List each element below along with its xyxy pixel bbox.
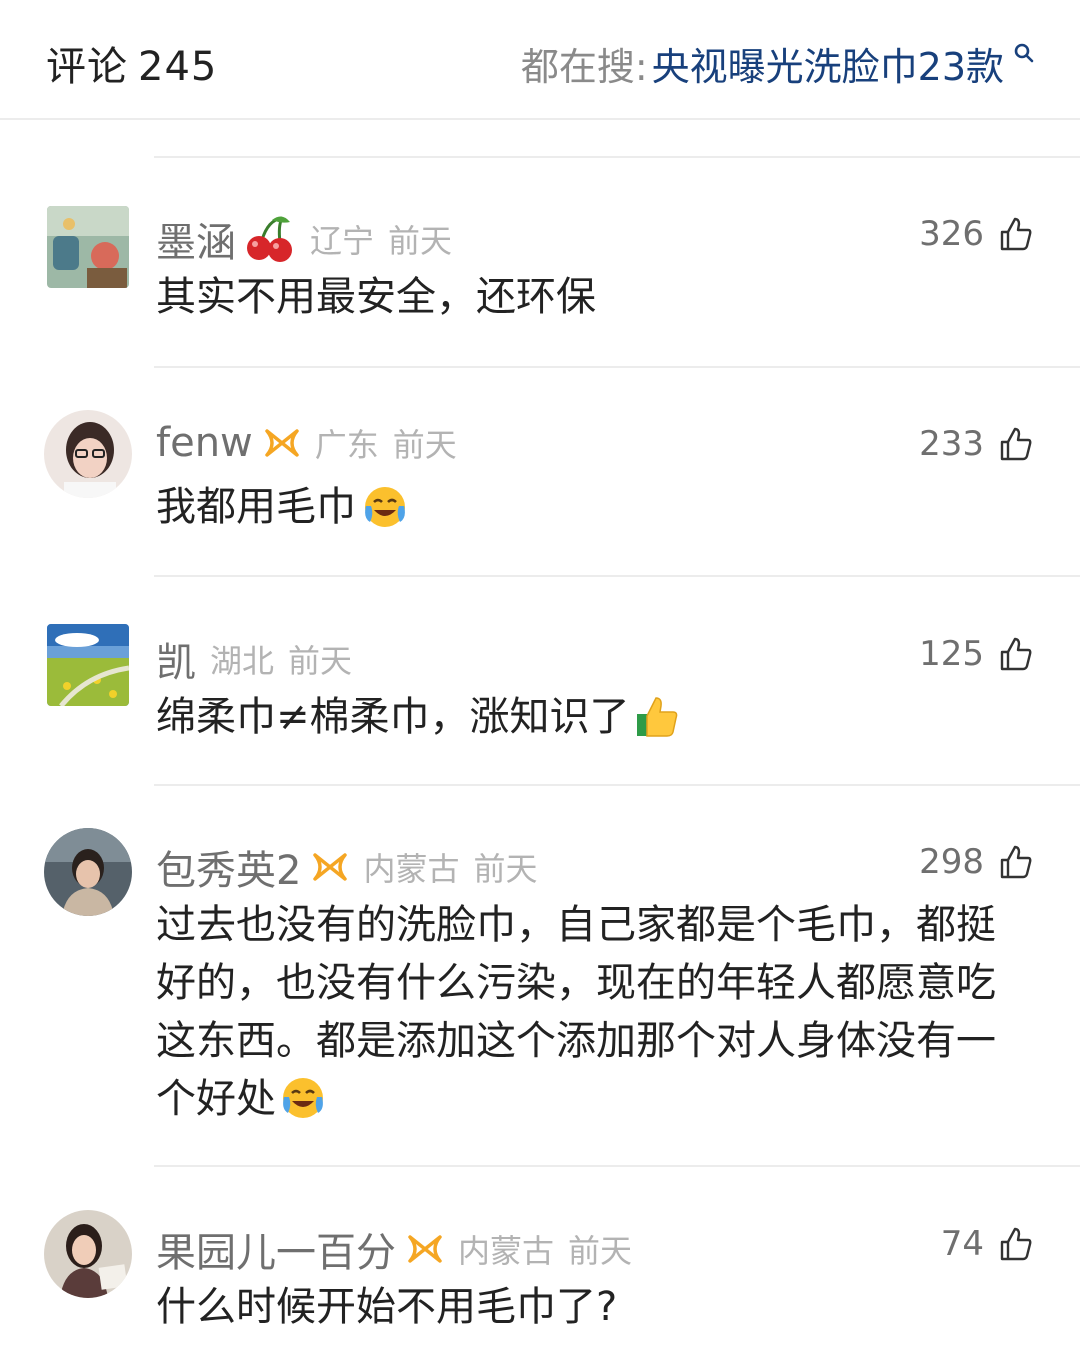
comment-meta: fenw 广东 前天 — [156, 420, 457, 466]
thumb-up-icon[interactable] — [998, 1226, 1034, 1262]
thumb-up-icon[interactable] — [998, 844, 1034, 880]
thumb-up-icon[interactable] — [998, 636, 1034, 672]
comment-body: 过去也没有的洗脸巾，自己家都是个毛巾，都挺好的，也没有什么污染，现在的年轻人都愿… — [156, 896, 1001, 1128]
comment-region: 内蒙古 — [363, 850, 460, 888]
like-button[interactable]: 326 — [919, 214, 1034, 254]
avatar[interactable] — [44, 1210, 132, 1298]
avatar[interactable] — [47, 206, 129, 288]
crying-laughing-emoji-icon — [283, 1078, 323, 1118]
thumb-up-icon[interactable] — [998, 216, 1034, 252]
comments-title-label: 评论 — [46, 44, 128, 90]
comment-text: 我都用毛巾 — [156, 484, 356, 530]
avatar[interactable] — [47, 624, 129, 706]
comments-title: 评论 245 — [46, 34, 217, 92]
avatar[interactable] — [44, 828, 132, 916]
comment-meta: 墨涵 辽宁 前天 — [156, 210, 452, 268]
comments-header: 评论 245 都在搜: 央视曝光洗脸巾23款 — [0, 0, 1080, 120]
avatar[interactable] — [44, 410, 132, 498]
search-icon[interactable] — [1012, 41, 1036, 65]
like-count: 233 — [919, 424, 984, 464]
comment-body: 我都用毛巾 — [156, 478, 1006, 536]
comment-meta: 凯 湖北 前天 — [156, 630, 352, 688]
comment-time: 前天 — [288, 642, 353, 680]
vip-ribbon-icon — [313, 853, 348, 881]
like-count: 74 — [940, 1224, 984, 1264]
comment-meta: 果园儿一百分 内蒙古 前天 — [156, 1220, 632, 1278]
thumbs-up-emoji-icon — [636, 697, 677, 737]
comment-text: 什么时候开始不用毛巾了? — [156, 1284, 618, 1330]
thumb-up-icon[interactable] — [998, 426, 1034, 462]
divider — [154, 156, 1080, 158]
comment-time: 前天 — [568, 1232, 633, 1270]
like-count: 326 — [919, 214, 984, 254]
comment-text: 绵柔巾≠棉柔巾，涨知识了 — [156, 694, 630, 740]
username[interactable]: 果园儿一百分 — [156, 1220, 396, 1278]
like-button[interactable]: 233 — [919, 424, 1034, 464]
username[interactable]: fenw — [156, 420, 253, 466]
username[interactable]: 凯 — [156, 630, 196, 688]
trending-search[interactable]: 都在搜: 央视曝光洗脸巾23款 — [521, 36, 1036, 91]
trending-topic-link[interactable]: 央视曝光洗脸巾23款 — [652, 36, 1004, 91]
vip-ribbon-icon — [408, 1235, 442, 1263]
cherry-icon — [247, 216, 292, 262]
divider — [154, 1165, 1080, 1167]
like-button[interactable]: 125 — [919, 634, 1034, 674]
comments-count: 245 — [138, 44, 218, 90]
like-count: 125 — [919, 634, 984, 674]
username[interactable]: 墨涵 — [156, 210, 236, 268]
comment-text: 其实不用最安全，还环保 — [156, 274, 596, 320]
divider — [154, 366, 1080, 368]
comment-time: 前天 — [473, 850, 538, 888]
comment-region: 湖北 — [210, 642, 275, 680]
username[interactable]: 包秀英2 — [156, 838, 301, 896]
divider — [154, 575, 1080, 577]
vip-ribbon-icon — [265, 429, 299, 457]
crying-laughing-emoji-icon — [365, 487, 405, 527]
comment-time: 前天 — [392, 426, 457, 464]
comment-meta: 包秀英2 内蒙古 前天 — [156, 838, 537, 896]
comment-region: 广东 — [314, 426, 379, 464]
like-button[interactable]: 74 — [941, 1224, 1034, 1264]
trending-label: 都在搜: — [520, 45, 648, 89]
divider — [154, 784, 1080, 786]
comment-region: 辽宁 — [310, 222, 375, 260]
like-button[interactable]: 298 — [919, 842, 1034, 882]
like-count: 298 — [919, 842, 984, 882]
comment-body: 绵柔巾≠棉柔巾，涨知识了 — [156, 688, 1006, 746]
comment-region: 内蒙古 — [458, 1232, 555, 1270]
comment-time: 前天 — [388, 222, 453, 260]
